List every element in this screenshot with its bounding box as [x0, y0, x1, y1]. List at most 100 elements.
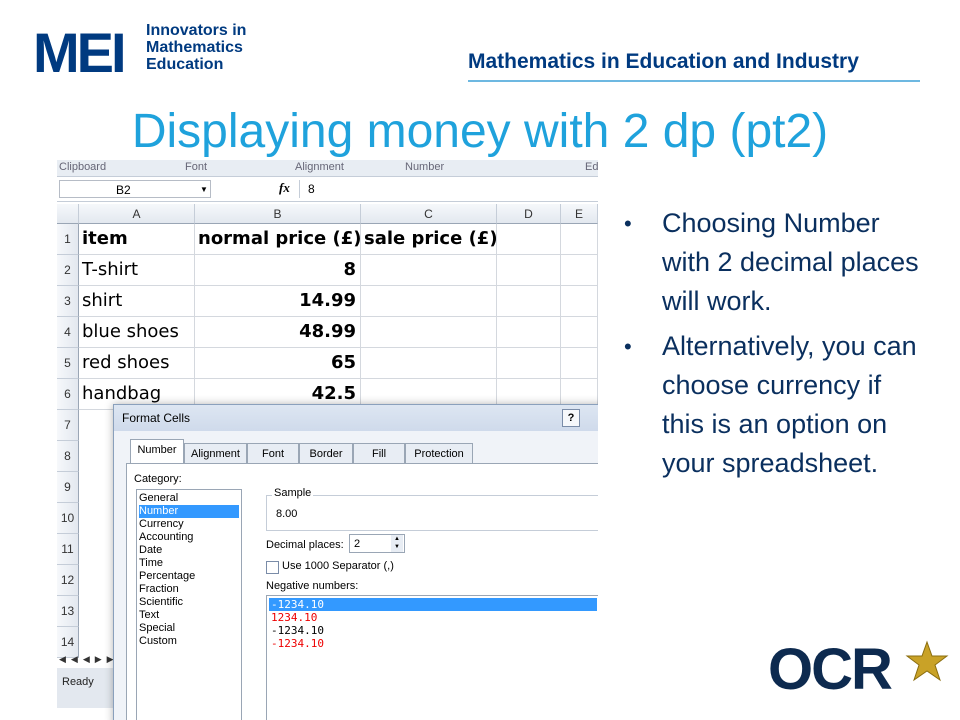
cell-b4[interactable]: 48.99: [195, 317, 361, 348]
column-header-a[interactable]: A: [79, 204, 195, 224]
tab-fill[interactable]: Fill: [353, 443, 405, 463]
cell-c2[interactable]: [361, 255, 497, 286]
tab-alignment[interactable]: Alignment: [184, 443, 247, 463]
help-button[interactable]: ?: [562, 409, 580, 427]
negative-option[interactable]: -1234.10: [269, 637, 597, 650]
ribbon-group-editing[interactable]: Ed: [585, 161, 598, 173]
category-special[interactable]: Special: [139, 622, 239, 635]
category-number[interactable]: Number: [139, 505, 239, 518]
row-header[interactable]: 10: [57, 503, 79, 534]
select-all-corner[interactable]: [57, 204, 79, 224]
cell-b3[interactable]: 14.99: [195, 286, 361, 317]
category-percentage[interactable]: Percentage: [139, 570, 239, 583]
negative-numbers-list[interactable]: -1234.10 1234.10 -1234.10 -1234.10: [266, 595, 598, 720]
bullet-text: Alternatively, you can choose currency i…: [662, 331, 917, 478]
ribbon-group-clipboard[interactable]: Clipboard: [59, 161, 106, 173]
row-header[interactable]: 6: [57, 379, 79, 410]
mei-logo: MEI: [33, 21, 127, 84]
formula-input[interactable]: 8: [299, 180, 595, 198]
cell-a5[interactable]: red shoes: [79, 348, 195, 379]
sample-group: [266, 495, 598, 531]
cell-b1[interactable]: normal price (£): [195, 224, 361, 255]
category-custom[interactable]: Custom: [139, 635, 239, 648]
column-header-c[interactable]: C: [361, 204, 497, 224]
row-header[interactable]: 8: [57, 441, 79, 472]
fx-icon[interactable]: fx: [279, 180, 290, 196]
cell-e5[interactable]: [561, 348, 598, 379]
tab-font[interactable]: Font: [247, 443, 299, 463]
cell-d1[interactable]: [497, 224, 561, 255]
cell-a1[interactable]: item: [79, 224, 195, 255]
cell-e1[interactable]: [561, 224, 598, 255]
row-header[interactable]: 7: [57, 410, 79, 441]
status-ready: Ready: [62, 676, 94, 688]
decimal-places-label: Decimal places:: [266, 539, 344, 551]
sample-value: 8.00: [276, 508, 298, 520]
header-rule: [468, 80, 920, 82]
bullet-icon: •: [624, 334, 632, 359]
category-list[interactable]: General Number Currency Accounting Date …: [136, 489, 242, 720]
tab-number[interactable]: Number: [130, 439, 184, 464]
cell-c3[interactable]: [361, 286, 497, 317]
row-header[interactable]: 3: [57, 286, 79, 317]
cell-b2[interactable]: 8: [195, 255, 361, 286]
row-header[interactable]: 4: [57, 317, 79, 348]
category-date[interactable]: Date: [139, 544, 239, 557]
row-header[interactable]: 1: [57, 224, 79, 255]
row-header[interactable]: 5: [57, 348, 79, 379]
cell-e4[interactable]: [561, 317, 598, 348]
cell-c5[interactable]: [361, 348, 497, 379]
row-header[interactable]: 9: [57, 472, 79, 503]
column-header-e[interactable]: E: [561, 204, 598, 224]
negative-option[interactable]: 1234.10: [269, 611, 597, 624]
category-fraction[interactable]: Fraction: [139, 583, 239, 596]
format-cells-dialog: Format Cells ? Number Alignment Font Bor…: [113, 404, 598, 720]
bullet-icon: •: [624, 211, 632, 236]
cell-b5[interactable]: 65: [195, 348, 361, 379]
cell-d4[interactable]: [497, 317, 561, 348]
header-subtitle: Mathematics in Education and Industry: [468, 50, 859, 73]
category-label: Category:: [134, 473, 182, 485]
category-currency[interactable]: Currency: [139, 518, 239, 531]
cell-c1[interactable]: sale price (£): [361, 224, 497, 255]
formula-bar: B2 ▼ fx 8: [57, 177, 598, 202]
bullet-list: • Choosing Number with 2 decimal places w…: [622, 204, 922, 489]
negative-numbers-label: Negative numbers:: [266, 580, 359, 592]
tagline-line: Mathematics: [146, 39, 243, 56]
cell-e2[interactable]: [561, 255, 598, 286]
thousands-separator-checkbox[interactable]: [266, 561, 279, 574]
tab-protection[interactable]: Protection: [405, 443, 473, 463]
category-text[interactable]: Text: [139, 609, 239, 622]
ribbon-group-alignment[interactable]: Alignment: [295, 161, 344, 173]
cell-a3[interactable]: shirt: [79, 286, 195, 317]
category-time[interactable]: Time: [139, 557, 239, 570]
cell-c4[interactable]: [361, 317, 497, 348]
negative-option[interactable]: -1234.10: [269, 598, 597, 611]
name-box-value: B2: [116, 183, 131, 197]
row-header[interactable]: 13: [57, 596, 79, 627]
ribbon-group-number[interactable]: Number: [405, 161, 444, 173]
cell-e3[interactable]: [561, 286, 598, 317]
spinner-icon[interactable]: ▲ ▼: [391, 535, 403, 552]
row-header[interactable]: 11: [57, 534, 79, 565]
ribbon-group-font[interactable]: Font: [185, 161, 207, 173]
row-header[interactable]: 2: [57, 255, 79, 286]
mei-logo-tagline: Innovators in Mathematics Education: [146, 22, 246, 73]
category-accounting[interactable]: Accounting: [139, 531, 239, 544]
negative-option[interactable]: -1234.10: [269, 624, 597, 637]
cell-d2[interactable]: [497, 255, 561, 286]
column-header-d[interactable]: D: [497, 204, 561, 224]
cell-a4[interactable]: blue shoes: [79, 317, 195, 348]
tab-border[interactable]: Border: [299, 443, 353, 463]
cell-d5[interactable]: [497, 348, 561, 379]
chevron-down-icon[interactable]: ▼: [200, 181, 208, 199]
category-scientific[interactable]: Scientific: [139, 596, 239, 609]
tagline-line: Education: [146, 56, 224, 73]
row-header[interactable]: 12: [57, 565, 79, 596]
cell-a2[interactable]: T-shirt: [79, 255, 195, 286]
name-box[interactable]: B2 ▼: [59, 180, 211, 198]
column-header-b[interactable]: B: [195, 204, 361, 224]
cell-d3[interactable]: [497, 286, 561, 317]
category-general[interactable]: General: [139, 492, 239, 505]
bullet-item: • Choosing Number with 2 decimal places w…: [622, 204, 922, 321]
